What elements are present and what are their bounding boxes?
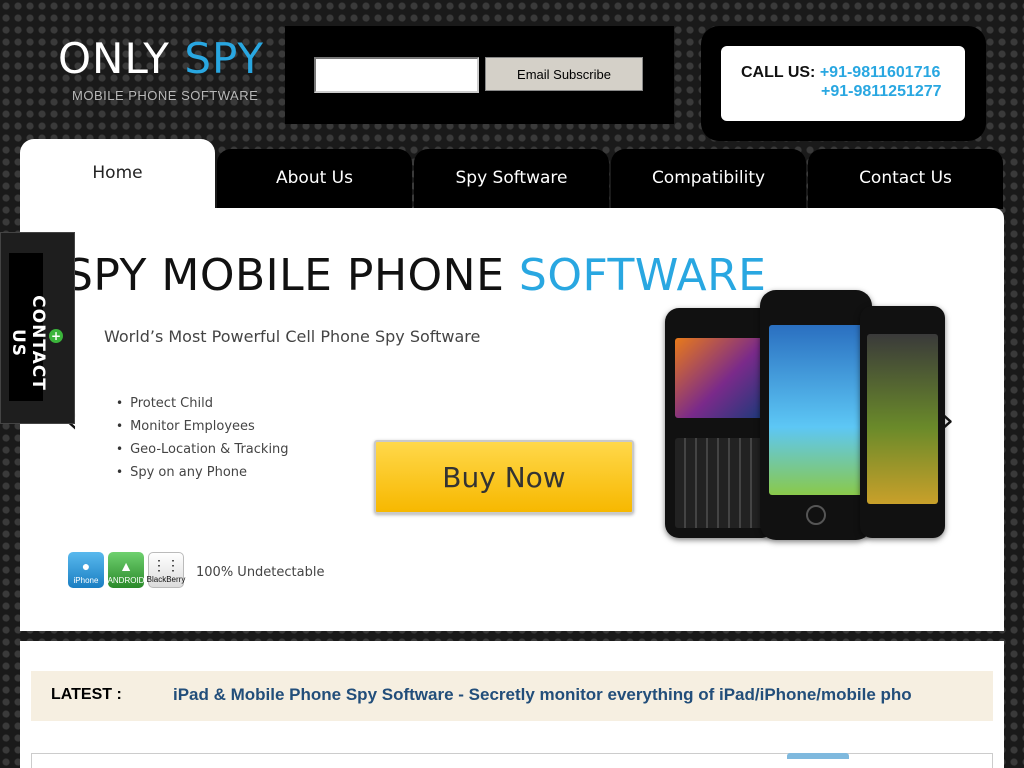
- latest-label: LATEST :: [51, 686, 122, 703]
- call-us-box: CALL US: +91-9811601716 +91-9811251277: [701, 26, 986, 141]
- blackberry-phone-image: [665, 308, 775, 538]
- phone-number-2[interactable]: +91-9811251277: [821, 83, 942, 100]
- banner-subtitle: World’s Most Powerful Cell Phone Spy Sof…: [104, 327, 481, 346]
- phone-number-1[interactable]: +91-9811601716: [820, 64, 941, 81]
- contact-us-side-tab[interactable]: CONTACT US +: [0, 232, 75, 424]
- lower-panel: [31, 753, 993, 768]
- feature-item: Geo-Location & Tracking: [116, 440, 288, 463]
- call-row-1: CALL US: +91-9811601716: [741, 64, 965, 82]
- phones-image: [665, 288, 955, 598]
- android-glyph-icon: ▲: [119, 558, 133, 574]
- subscribe-box: Email Subscribe: [285, 26, 674, 124]
- phone-screen: [867, 334, 938, 504]
- platform-icons: ● iPhone ▲ ANDROID ⋮⋮ BlackBerry: [68, 552, 186, 588]
- feature-list: Protect Child Monitor Employees Geo-Loca…: [116, 394, 289, 486]
- email-subscribe-button[interactable]: Email Subscribe: [485, 57, 643, 91]
- feature-item: Protect Child: [116, 394, 289, 417]
- call-us-panel: CALL US: +91-9811601716 +91-9811251277: [721, 46, 965, 121]
- latest-news-bar: LATEST : iPad & Mobile Phone Spy Softwar…: [31, 671, 993, 721]
- contact-tab-inner: CONTACT US: [8, 253, 48, 401]
- tab-compatibility[interactable]: Compatibility: [611, 149, 806, 209]
- contact-tab-label: CONTACT US: [8, 295, 48, 391]
- platform-label: ANDROID: [107, 576, 145, 585]
- platform-label: iPhone: [73, 576, 99, 585]
- phone-screen: [769, 325, 863, 495]
- logo[interactable]: ONLY SPY MOBILE PHONE SOFTWARE: [58, 34, 268, 103]
- tab-contact-us[interactable]: Contact Us: [808, 149, 1003, 209]
- undetectable-text: 100% Undetectable: [196, 565, 325, 580]
- platform-label: BlackBerry: [146, 575, 186, 584]
- feature-item: Monitor Employees: [116, 417, 289, 440]
- hero-banner: SPY MOBILE PHONE SOFTWARE World’s Most P…: [20, 208, 1004, 631]
- samsung-phone-image: [860, 306, 945, 538]
- latest-news-link[interactable]: iPad & Mobile Phone Spy Software - Secre…: [173, 685, 973, 705]
- banner-title-main: SPY MOBILE PHONE: [65, 250, 505, 301]
- logo-subtitle: MOBILE PHONE SOFTWARE: [72, 88, 259, 103]
- feature-item: Spy on any Phone: [116, 463, 289, 486]
- chevron-right-icon[interactable]: ›: [940, 400, 954, 441]
- phone-screen: [675, 338, 765, 418]
- blackberry-icon: ⋮⋮ BlackBerry: [146, 552, 186, 588]
- main-nav: Home About Us Spy Software Compatibility…: [20, 139, 1004, 209]
- android-icon: ▲ ANDROID: [108, 552, 144, 588]
- banner-title: SPY MOBILE PHONE SOFTWARE: [65, 250, 766, 301]
- tab-home[interactable]: Home: [20, 139, 215, 209]
- iphone-image: [760, 290, 872, 540]
- buy-now-button[interactable]: Buy Now: [374, 440, 634, 514]
- lower-panel-tab[interactable]: [787, 753, 849, 759]
- logo-title: ONLY SPY: [58, 34, 268, 84]
- content-area: LATEST : iPad & Mobile Phone Spy Softwar…: [20, 641, 1004, 768]
- apple-glyph-icon: ●: [81, 558, 91, 574]
- call-us-label: CALL US:: [741, 64, 816, 81]
- iphone-icon: ● iPhone: [68, 552, 104, 588]
- call-row-2: +91-9811251277: [741, 83, 965, 101]
- home-button-icon: [806, 505, 826, 525]
- tab-spy-software[interactable]: Spy Software: [414, 149, 609, 209]
- tab-about-us[interactable]: About Us: [217, 149, 412, 209]
- email-subscribe-input[interactable]: [314, 57, 479, 93]
- logo-title-main: ONLY: [58, 34, 170, 83]
- plus-icon[interactable]: +: [49, 329, 63, 343]
- blackberry-glyph-icon: ⋮⋮: [152, 557, 180, 573]
- logo-title-accent: SPY: [184, 34, 265, 83]
- phone-keyboard: [675, 438, 765, 528]
